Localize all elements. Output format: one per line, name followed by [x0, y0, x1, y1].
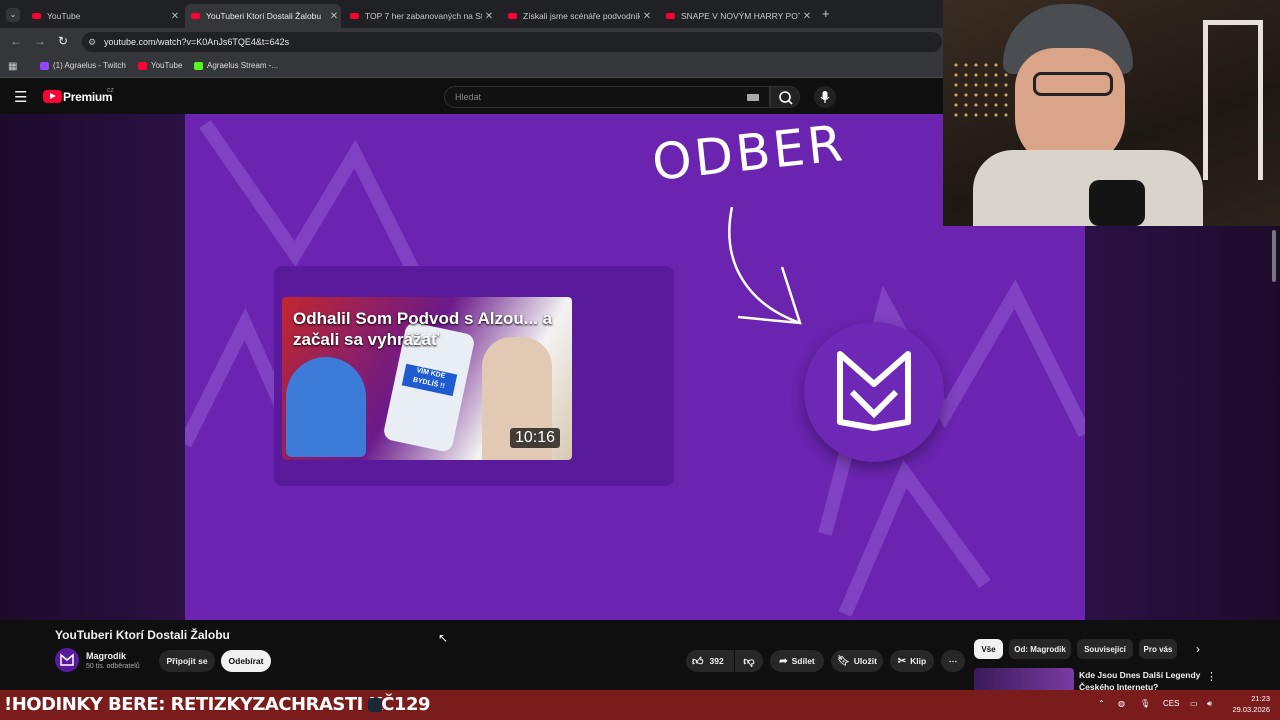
keyboard-icon[interactable]: [747, 94, 759, 101]
more-vertical-icon[interactable]: ⋮: [1206, 670, 1217, 683]
more-horizontal-icon: ⋯: [948, 655, 958, 666]
bookmark-youtube[interactable]: YouTube: [138, 61, 182, 70]
tray-app-icon[interactable]: ◍: [1118, 699, 1125, 708]
channel-avatar[interactable]: [55, 648, 79, 672]
back-arrow-icon[interactable]: ←: [10, 34, 22, 48]
youtube-favicon-icon: [508, 13, 517, 19]
chip-from-channel[interactable]: Od: Magrodik: [1009, 639, 1071, 659]
close-tab-icon[interactable]: ✕: [482, 11, 496, 22]
channel-name[interactable]: Magrodik: [86, 651, 126, 661]
microphone-icon: [820, 91, 830, 103]
search-button[interactable]: [770, 86, 800, 108]
close-tab-icon[interactable]: ✕: [327, 11, 341, 22]
subscriber-count: 50 tis. odběratelů: [86, 663, 140, 670]
tab-search-icon[interactable]: ⌄: [6, 8, 20, 22]
browser-tab[interactable]: Získali jsme scénáře podvodník ✕: [502, 4, 654, 28]
search-icon: [779, 91, 793, 105]
youtube-logo-icon[interactable]: [43, 90, 62, 103]
close-tab-icon[interactable]: ✕: [168, 11, 182, 22]
network-icon[interactable]: ▭: [1190, 699, 1198, 708]
close-tab-icon[interactable]: ✕: [800, 11, 814, 22]
dislike-button[interactable]: 👎︎: [735, 650, 763, 672]
share-button[interactable]: ➦ Sdílet: [770, 650, 824, 672]
browser-tab[interactable]: SNAPE V NOVÝM HARRY POTT ✕: [660, 4, 814, 28]
subscribe-button[interactable]: Odebírat: [221, 650, 271, 672]
volume-icon[interactable]: 🔊︎: [1207, 699, 1212, 709]
more-actions-button[interactable]: ⋯: [941, 650, 965, 672]
bookmark-twitch[interactable]: (1) Agraelus - Twitch: [40, 61, 126, 70]
search-input[interactable]: Hledat: [444, 86, 770, 108]
page-scrollbar[interactable]: [1272, 230, 1276, 282]
recommended-video-thumbnail[interactable]: [974, 668, 1074, 690]
language-indicator[interactable]: CES: [1163, 699, 1179, 708]
stream-ticker-text: !HODINKY BERE: RETIZKYZACHRASTI KČ129: [4, 694, 431, 715]
browser-tab[interactable]: TOP 7 her zabanovaných na Ste ✕: [344, 4, 496, 28]
video-title: YouTuberi Ktorí Dostali Žalobu: [55, 628, 230, 642]
mascot-figure: [286, 357, 366, 457]
system-clock[interactable]: 21:23 29.03.2026: [1226, 693, 1270, 715]
endcard-video-thumbnail[interactable]: VÍM KDE BYDLÍŠ !! Odhalil Som Podvod s A…: [282, 297, 572, 460]
chip-related[interactable]: Související: [1077, 639, 1133, 659]
endcard-video-title: Odhalil Som Podvod s Alzou... a začali s…: [293, 309, 553, 349]
new-tab-icon[interactable]: +: [822, 6, 830, 21]
youtube-favicon-icon: [350, 13, 359, 19]
youtube-favicon-icon: [32, 13, 41, 19]
tray-chevron-up-icon[interactable]: ⌃: [1098, 699, 1105, 708]
kick-icon: [194, 61, 203, 70]
reload-icon[interactable]: ↻: [58, 34, 68, 48]
youtube-favicon-icon: [666, 13, 675, 19]
premium-logo[interactable]: Premium: [63, 90, 113, 104]
apps-grid-icon[interactable]: ▦: [8, 61, 17, 72]
browser-tab-active[interactable]: YouTuberi Ktorí Dostali Žalobu ✕: [185, 4, 341, 28]
clip-button[interactable]: ✂ Klip: [890, 650, 934, 672]
thumbs-up-icon: 👍︎: [692, 655, 704, 668]
channel-subscribe-button[interactable]: [804, 322, 944, 462]
save-button[interactable]: 🔖︎ Uložit: [831, 650, 883, 672]
curved-arrow-icon: [728, 206, 802, 325]
twitch-icon: [40, 61, 49, 70]
region-code: CZ: [107, 88, 114, 94]
youtube-favicon-icon: [191, 13, 200, 19]
streamer-webcam: [943, 0, 1280, 226]
like-button[interactable]: 👍︎ 392: [686, 650, 734, 672]
site-info-icon[interactable]: ⚙: [88, 32, 96, 52]
microphone: [1089, 180, 1145, 226]
endcard-video-duration: 10:16: [509, 428, 560, 448]
clock-time: 21:23: [1251, 694, 1270, 703]
chevron-right-icon[interactable]: ›: [1196, 642, 1200, 656]
close-tab-icon[interactable]: ✕: [640, 11, 654, 22]
scissors-icon: ✂: [897, 655, 907, 667]
menu-icon[interactable]: ☰: [14, 88, 27, 106]
chip-for-you[interactable]: Pro vás: [1139, 639, 1177, 659]
voice-search-button[interactable]: [814, 86, 836, 108]
tshirt: [973, 150, 1203, 226]
clock-date: 29.03.2026: [1232, 705, 1270, 714]
browser-tab[interactable]: YouTube ✕: [26, 4, 182, 28]
join-button[interactable]: Připojit se: [159, 650, 215, 672]
address-bar[interactable]: ⚙ youtube.com/watch?v=K0AnJs6TQE4&t=642s: [82, 32, 942, 52]
youtube-icon: [138, 61, 147, 70]
bookmark-icon: 🔖︎: [837, 655, 850, 667]
forward-arrow-icon[interactable]: →: [34, 34, 46, 48]
fairy-lights: [951, 60, 1011, 120]
share-icon: ➦: [779, 655, 788, 667]
mouse-cursor-icon: ↖: [438, 631, 449, 645]
chip-all[interactable]: Vše: [974, 639, 1003, 659]
chair-back: [1203, 20, 1263, 180]
glasses: [1033, 72, 1113, 96]
bookmark-kick[interactable]: Agraelus Stream -...: [194, 61, 278, 70]
channel-logo-icon: [60, 653, 74, 666]
microphone-tray-icon[interactable]: 🎙︎: [1140, 699, 1150, 708]
steam-icon[interactable]: [368, 698, 382, 712]
thumbs-down-icon: 👎︎: [743, 655, 755, 668]
magrodik-logo-icon: [837, 351, 911, 431]
